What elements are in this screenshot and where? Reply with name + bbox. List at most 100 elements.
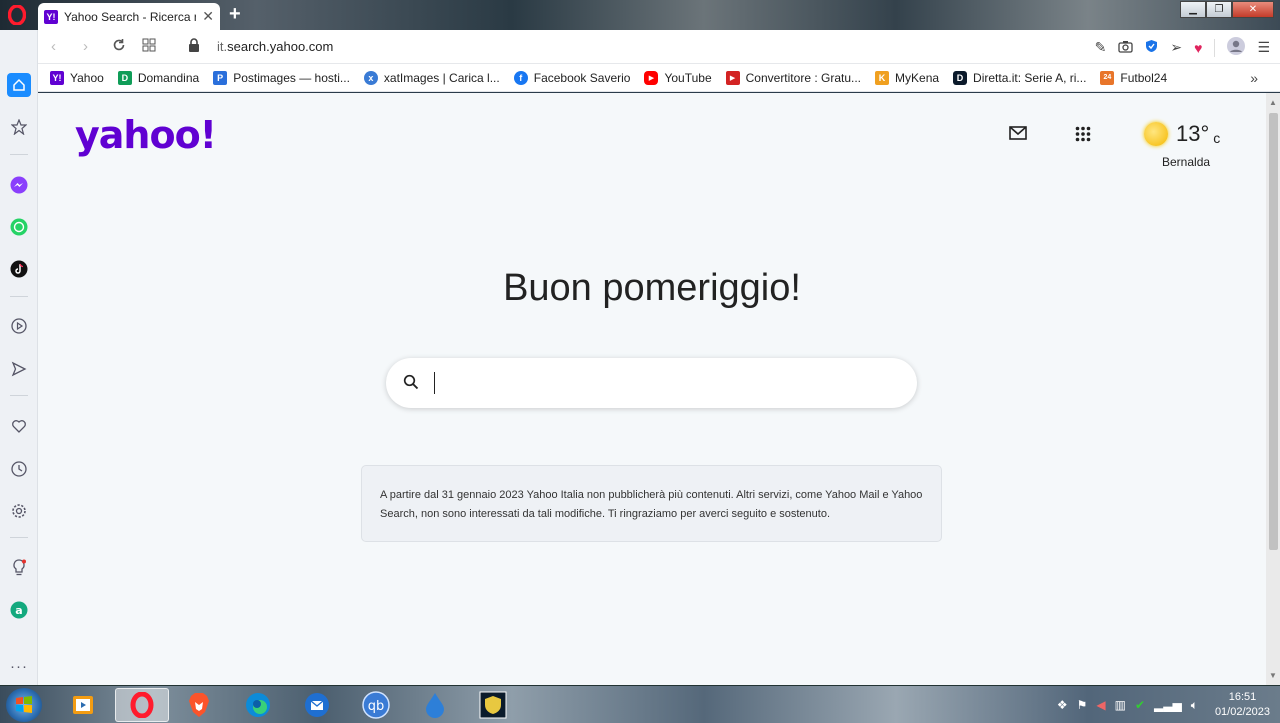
convertitore-icon: ▶	[725, 70, 740, 85]
bookmark-futbol24[interactable]: 24 Futbol24	[1100, 70, 1167, 85]
bookmarks-bar: Y! Yahoo D Domandina P Postimages — hosti..…	[38, 64, 1280, 92]
weather-city: Bernalda	[1162, 155, 1211, 169]
bookmark-xatimages[interactable]: x xatImages | Carica l...	[363, 70, 500, 85]
vpn-shield-icon[interactable]	[1145, 39, 1158, 56]
minimize-button[interactable]: ▁	[1180, 1, 1206, 18]
action-center-flag-icon[interactable]: ⚑	[1077, 698, 1088, 712]
system-clock[interactable]: 16:51 01/02/2023	[1215, 690, 1270, 720]
temperature: 13° c	[1176, 121, 1220, 147]
yahoo-logo[interactable]: yahoo!	[75, 113, 217, 157]
text-cursor	[434, 372, 435, 394]
tab-title: Yahoo Search - Ricerca nel	[64, 9, 197, 24]
tab-close-icon[interactable]: ✕	[202, 8, 214, 25]
bookmark-label: YouTube	[664, 70, 712, 85]
tab-yahoo-search[interactable]: Y! Yahoo Search - Ricerca nel ✕	[38, 3, 220, 30]
greeting-heading: Buon pomeriggio!	[503, 267, 801, 309]
url-field[interactable]: it.search.yahoo.com	[217, 39, 333, 54]
bookmark-postimages[interactable]: P Postimages — hosti...	[213, 70, 350, 85]
edge-taskbar-icon[interactable]	[231, 688, 285, 722]
aria-assistant-icon[interactable]: a	[7, 598, 31, 622]
yahoo-icon: Y!	[50, 70, 64, 85]
url-domain: search.yahoo.com	[227, 39, 334, 54]
bookmark-label: Diretta.it: Serie A, ri...	[973, 70, 1087, 85]
scroll-up-icon[interactable]: ▲	[1269, 98, 1277, 107]
yahoo-favicon-icon: Y!	[44, 9, 58, 24]
search-box[interactable]	[386, 358, 917, 408]
opera-taskbar-icon[interactable]	[115, 688, 169, 722]
bookmark-youtube[interactable]: ▶ YouTube	[644, 70, 712, 85]
scroll-down-icon[interactable]: ▼	[1269, 671, 1277, 680]
start-button[interactable]	[6, 688, 42, 722]
security-check-icon[interactable]: ✔	[1135, 698, 1145, 712]
bookmark-diretta[interactable]: D Diretta.it: Serie A, ri...	[953, 70, 1087, 85]
tiktok-icon[interactable]	[7, 257, 31, 281]
svg-text:a: a	[15, 604, 22, 617]
url-prefix: it.	[217, 39, 228, 54]
qbittorrent-taskbar-icon[interactable]: qb	[349, 688, 403, 722]
tabs-grid-icon[interactable]	[142, 38, 156, 56]
messenger-icon[interactable]	[7, 173, 31, 197]
reload-icon[interactable]	[112, 38, 126, 56]
postimages-icon: P	[213, 70, 228, 85]
page-scrollbar[interactable]: ▲ ▼	[1266, 93, 1280, 685]
flow-send-icon[interactable]	[7, 357, 31, 381]
mail-icon[interactable]	[1009, 126, 1027, 145]
brave-taskbar-icon[interactable]	[172, 688, 226, 722]
volume-icon[interactable]: 🔈︎	[1191, 698, 1198, 713]
window-controls: ▁ ❐ ✕	[1180, 1, 1274, 18]
send-icon[interactable]: ➢	[1170, 39, 1182, 56]
back-icon[interactable]: ‹	[51, 38, 56, 55]
speaker-muted-icon[interactable]: ◀	[1096, 698, 1105, 712]
diretta-icon: D	[953, 70, 968, 85]
sidebar-divider	[10, 537, 28, 538]
speed-dial-icon[interactable]	[7, 115, 31, 139]
signal-bars-icon[interactable]: ▂▃▅	[1154, 698, 1182, 712]
bookmark-domandina[interactable]: D Domandina	[117, 70, 200, 85]
bookmark-label: Postimages — hosti...	[233, 70, 350, 85]
shield-app-taskbar-icon[interactable]	[466, 688, 520, 722]
history-clock-icon[interactable]	[7, 457, 31, 481]
scrollbar-thumb[interactable]	[1269, 113, 1278, 550]
my-favorites-heart-icon[interactable]	[7, 414, 31, 438]
thunderbird-taskbar-icon[interactable]	[290, 688, 344, 722]
bookmark-convertitore[interactable]: ▶ Convertitore : Gratu...	[725, 70, 861, 85]
bookmark-yahoo[interactable]: Y! Yahoo	[50, 70, 104, 85]
easy-setup-icon[interactable]: ☰	[1257, 39, 1270, 56]
yahoo-homepage: yahoo! 13° c Bernalda Buon pomeriggio! A …	[38, 93, 1266, 685]
sidebar-divider	[10, 395, 28, 396]
maximize-button[interactable]: ❐	[1206, 1, 1232, 18]
bookmark-label: Domandina	[137, 70, 200, 85]
youtube-icon: ▶	[644, 70, 659, 85]
bookmark-facebook[interactable]: f Facebook Saverio	[513, 70, 630, 85]
close-window-button[interactable]: ✕	[1232, 1, 1274, 18]
bookmark-label: xatImages | Carica l...	[383, 70, 500, 85]
more-options-icon[interactable]: ···	[7, 654, 31, 678]
edit-icon[interactable]: ✎	[1095, 39, 1107, 56]
search-input[interactable]	[432, 371, 892, 395]
tips-lightbulb-icon[interactable]	[7, 556, 31, 580]
xatimages-icon: x	[363, 70, 378, 85]
bookmark-mykena[interactable]: K MyKena	[875, 70, 939, 85]
home-icon[interactable]	[7, 73, 31, 97]
camera-icon[interactable]	[1118, 40, 1134, 56]
settings-gear-icon[interactable]	[7, 499, 31, 523]
whatsapp-icon[interactable]	[7, 215, 31, 239]
heart-icon[interactable]: ♥	[1194, 40, 1202, 56]
weather-widget[interactable]: 13° c	[1144, 121, 1220, 147]
profile-avatar-icon[interactable]	[1227, 37, 1246, 58]
lock-icon[interactable]	[188, 38, 200, 56]
water-drop-taskbar-icon[interactable]	[408, 688, 462, 722]
clock-time: 16:51	[1228, 691, 1257, 703]
media-player-taskbar-icon[interactable]	[56, 688, 110, 722]
opera-menu-icon[interactable]	[6, 4, 28, 26]
network-icon[interactable]: ▥	[1115, 698, 1126, 712]
apps-grid-icon[interactable]	[1075, 126, 1091, 147]
facebook-icon: f	[513, 70, 528, 85]
forward-icon[interactable]: ›	[83, 38, 88, 55]
player-icon[interactable]	[7, 314, 31, 338]
search-icon[interactable]	[403, 374, 419, 395]
new-tab-button[interactable]: +	[229, 4, 241, 24]
bookmark-label: Yahoo	[70, 70, 104, 85]
tray-app-icon[interactable]: ❖	[1057, 698, 1068, 712]
more-bookmarks-icon[interactable]: »	[1250, 70, 1258, 86]
